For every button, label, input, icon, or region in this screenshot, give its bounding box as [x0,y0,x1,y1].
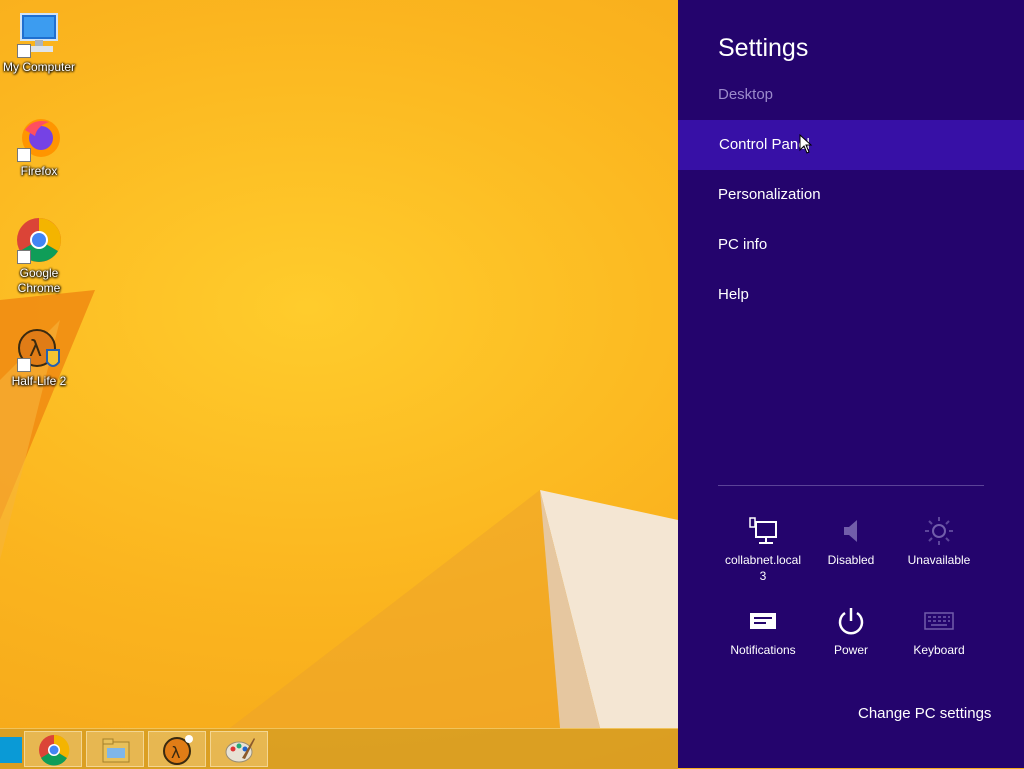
quick-setting-volume[interactable]: Disabled [807,514,895,568]
desktop-icon-label: Google Chrome [17,266,61,295]
taskbar: λ [0,728,678,769]
power-icon [838,608,864,635]
change-pc-settings-link[interactable]: Change PC settings [858,705,991,722]
quick-setting-power[interactable]: Power [807,604,895,658]
volume-icon [844,520,857,542]
notifications-icon [750,613,776,629]
desktop-icon-my-computer[interactable]: My Computer [0,10,78,75]
quick-setting-label: collabnet.local [724,553,802,567]
svg-text:λ: λ [171,743,180,762]
quick-setting-label: Keyboard [913,643,965,657]
taskbar-button-half-life-2[interactable]: λ [148,731,206,767]
settings-item-personalization[interactable]: Personalization [678,170,1024,220]
charm-title: Settings [718,34,809,62]
settings-item-help[interactable]: Help [678,270,1024,320]
desktop-icon-label: Half-Life 2 [11,374,67,388]
keyboard-icon [924,612,954,630]
start-button[interactable] [0,737,22,763]
file-explorer-icon [102,738,130,763]
network-icon [749,517,777,544]
quick-setting-label: Disabled [827,553,875,567]
settings-item-control-panel[interactable]: Control Panel [678,120,1024,170]
desktop-icon-firefox[interactable]: Firefox [0,114,78,179]
quick-setting-label: Unavailable [907,553,971,567]
desktop-icon-half-life-2[interactable]: λ Half-Life 2 [0,324,78,389]
desktop-icon-google-chrome[interactable]: Google Chrome [0,216,78,296]
shortcut-arrow-icon [17,148,31,162]
quick-setting-sublabel: 3 [759,569,767,583]
half-life-2-icon: λ [163,735,193,765]
shortcut-arrow-icon [17,44,31,58]
settings-item-pc-info[interactable]: PC info [678,220,1024,270]
charm-divider [718,485,984,486]
desktop-icon-label: My Computer [2,60,76,74]
quick-setting-label: Notifications [730,643,796,657]
quick-setting-label: Power [833,643,868,657]
shortcut-arrow-icon [17,358,31,372]
settings-charm-panel: Settings Desktop Control Panel Personali… [678,0,1024,768]
paint-icon [225,738,255,763]
shortcut-arrow-icon [17,250,31,264]
charm-context-label: Desktop [718,86,774,103]
brightness-icon [925,517,953,545]
mouse-cursor-icon [799,134,813,154]
quick-setting-keyboard[interactable]: Keyboard [895,604,983,658]
quick-setting-notifications[interactable]: Notifications [719,604,807,658]
chrome-icon [39,734,70,766]
taskbar-button-file-explorer[interactable] [86,731,144,767]
taskbar-button-chrome[interactable] [24,731,82,767]
desktop-icon-label: Firefox [20,164,58,178]
quick-setting-network[interactable]: collabnet.local 3 [719,514,807,584]
quick-setting-brightness[interactable]: Unavailable [895,514,983,568]
taskbar-button-paint[interactable] [210,731,268,767]
wallpaper-shapes [0,290,678,728]
